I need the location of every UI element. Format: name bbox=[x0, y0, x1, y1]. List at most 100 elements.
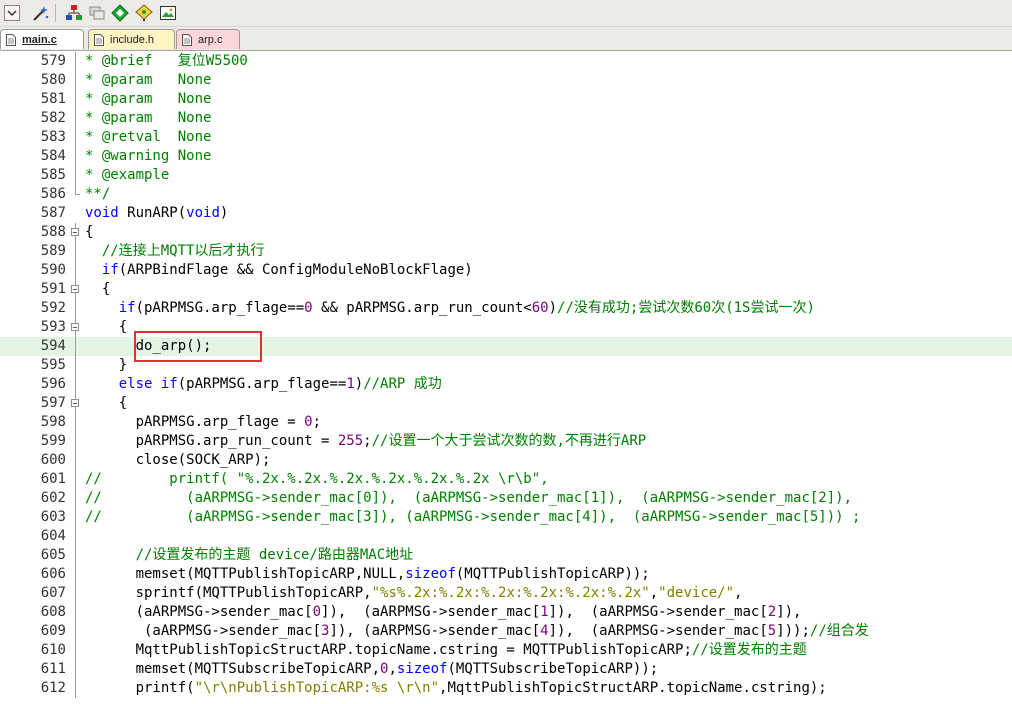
tab-include-h[interactable]: include.h bbox=[88, 29, 175, 49]
fold-guide bbox=[70, 52, 81, 71]
tab-arp-c[interactable]: arp.c bbox=[176, 29, 240, 49]
line-number: 580 bbox=[40, 72, 66, 88]
code-line[interactable]: 586 **/ bbox=[0, 185, 1012, 204]
fold-guide bbox=[70, 584, 81, 603]
code-line[interactable]: 597 { bbox=[0, 394, 1012, 413]
c-file-icon bbox=[6, 33, 16, 46]
line-number: 602 bbox=[40, 490, 66, 506]
code-text: { bbox=[85, 224, 94, 240]
line-number: 589 bbox=[40, 243, 66, 259]
fold-guide bbox=[70, 527, 81, 546]
line-number: 591 bbox=[40, 281, 66, 297]
code-line[interactable]: 589 //连接上MQTT以后才执行 bbox=[0, 242, 1012, 261]
line-number: 608 bbox=[40, 604, 66, 620]
tree-icon[interactable] bbox=[134, 3, 153, 22]
code-text: memset(MQTTPublishTopicARP,NULL,sizeof(M… bbox=[85, 566, 650, 582]
windows-icon[interactable] bbox=[87, 3, 106, 22]
build-target-icon[interactable] bbox=[64, 3, 83, 22]
fold-guide bbox=[70, 147, 81, 166]
code-text: * @example bbox=[85, 167, 170, 183]
code-text: printf("\r\nPublishTopicARP:%s \r\n",Mqt… bbox=[85, 680, 827, 696]
fold-guide bbox=[70, 375, 81, 394]
code-line[interactable]: 612 printf("\r\nPublishTopicARP:%s \r\n"… bbox=[0, 679, 1012, 698]
code-line[interactable]: 596 else if(pARPMSG.arp_flage==1)//ARP 成… bbox=[0, 375, 1012, 394]
line-number: 612 bbox=[40, 680, 66, 696]
code-editor[interactable]: 579 * @brief 复位W5500 580 * @param None 581 * … bbox=[0, 51, 1012, 704]
fold-toggle-icon[interactable] bbox=[70, 223, 81, 242]
line-number: 588 bbox=[40, 224, 66, 240]
fold-guide bbox=[70, 337, 81, 356]
fold-toggle-icon[interactable] bbox=[70, 318, 81, 337]
fold-guide bbox=[70, 565, 81, 584]
fold-guide bbox=[70, 508, 81, 527]
fold-guide bbox=[70, 356, 81, 375]
fold-guide bbox=[70, 299, 81, 318]
line-number: 599 bbox=[40, 433, 66, 449]
code-line[interactable]: 587 void RunARP(void) bbox=[0, 204, 1012, 223]
code-line[interactable]: 582 * @param None bbox=[0, 109, 1012, 128]
code-line[interactable]: 588 { bbox=[0, 223, 1012, 242]
tab-label: include.h bbox=[110, 33, 155, 46]
code-text: MqttPublishTopicStructARP.topicName.cstr… bbox=[85, 642, 807, 658]
code-line[interactable]: 590 if(ARPBindFlage && ConfigModuleNoBlo… bbox=[0, 261, 1012, 280]
code-line[interactable]: 607 sprintf(MQTTPublishTopicARP,"%s%.2x:… bbox=[0, 584, 1012, 603]
code-line[interactable]: 579 * @brief 复位W5500 bbox=[0, 52, 1012, 71]
diamond-debug-icon[interactable] bbox=[110, 3, 129, 22]
tab-main-c[interactable]: main.c bbox=[0, 29, 84, 49]
toolbar bbox=[0, 0, 1012, 27]
code-line[interactable]: 599 pARPMSG.arp_run_count = 255;//设置一个大于… bbox=[0, 432, 1012, 451]
line-number: 604 bbox=[40, 528, 66, 544]
line-number: 611 bbox=[40, 661, 66, 677]
code-line[interactable]: 581 * @param None bbox=[0, 90, 1012, 109]
fold-guide bbox=[70, 90, 81, 109]
code-text: // (aARPMSG->sender_mac[0]), (aARPMSG->s… bbox=[85, 490, 853, 506]
line-number: 595 bbox=[40, 357, 66, 373]
code-line[interactable]: 580 * @param None bbox=[0, 71, 1012, 90]
code-line[interactable]: 603 // (aARPMSG->sender_mac[3]), (aARPMSG… bbox=[0, 508, 1012, 527]
fold-toggle-icon[interactable] bbox=[70, 394, 81, 413]
insert-image-icon[interactable] bbox=[158, 3, 177, 22]
line-number: 601 bbox=[40, 471, 66, 487]
code-text: //连接上MQTT以后才执行 bbox=[101, 243, 265, 259]
code-line[interactable]: 600 close(SOCK_ARP); bbox=[0, 451, 1012, 470]
code-line[interactable]: 602 // (aARPMSG->sender_mac[0]), (aARPMSG… bbox=[0, 489, 1012, 508]
tab-label: arp.c bbox=[198, 33, 223, 46]
code-line[interactable]: 591 { bbox=[0, 280, 1012, 299]
line-number: 585 bbox=[40, 167, 66, 183]
code-line[interactable]: 583 * @retval None bbox=[0, 128, 1012, 147]
code-text: * @param None bbox=[85, 110, 212, 126]
code-line[interactable]: 598 pARPMSG.arp_flage = 0; bbox=[0, 413, 1012, 432]
code-text: // printf( "%.2x.%.2x.%.2x.%.2x.%.2x.%.2… bbox=[85, 471, 549, 487]
code-line[interactable]: 609 (aARPMSG->sender_mac[3]), (aARPMSG->… bbox=[0, 622, 1012, 641]
code-text: // (aARPMSG->sender_mac[3]), (aARPMSG->s… bbox=[85, 509, 861, 525]
fold-guide bbox=[70, 413, 81, 432]
code-text: { bbox=[85, 281, 111, 297]
fold-guide bbox=[70, 451, 81, 470]
line-number: 593 bbox=[40, 319, 66, 335]
code-text: (aARPMSG->sender_mac[3]), (aARPMSG->send… bbox=[85, 623, 869, 639]
code-line[interactable]: 608 (aARPMSG->sender_mac[0]), (aARPMSG->… bbox=[0, 603, 1012, 622]
fold-guide bbox=[70, 432, 81, 451]
code-line[interactable]: 610 MqttPublishTopicStructARP.topicName.… bbox=[0, 641, 1012, 660]
code-text: * @param None bbox=[85, 72, 212, 88]
code-text: if(pARPMSG.arp_flage==0 && pARPMSG.arp_r… bbox=[118, 300, 815, 316]
code-text: **/ bbox=[85, 186, 111, 202]
code-text: void RunARP(void) bbox=[85, 205, 229, 221]
h-file-icon bbox=[94, 33, 104, 46]
dropdown-arrow-icon[interactable] bbox=[2, 3, 21, 22]
code-line[interactable]: 606 memset(MQTTPublishTopicARP,NULL,size… bbox=[0, 565, 1012, 584]
line-number: 581 bbox=[40, 91, 66, 107]
code-text: pARPMSG.arp_run_count = 255;//设置一个大于尝试次数… bbox=[85, 433, 647, 449]
code-line[interactable]: 605 //设置发布的主题 device/路由器MAC地址 bbox=[0, 546, 1012, 565]
fold-toggle-icon[interactable] bbox=[70, 280, 81, 299]
code-line[interactable]: 592 if(pARPMSG.arp_flage==0 && pARPMSG.a… bbox=[0, 299, 1012, 318]
magic-wand-icon[interactable] bbox=[31, 3, 50, 22]
line-number: 592 bbox=[40, 300, 66, 316]
code-line[interactable]: 584 * @warning None bbox=[0, 147, 1012, 166]
code-line[interactable]: 585 * @example bbox=[0, 166, 1012, 185]
fold-guide bbox=[70, 166, 81, 185]
code-line[interactable]: 611 memset(MQTTSubscribeTopicARP,0,sizeo… bbox=[0, 660, 1012, 679]
code-text: sprintf(MQTTPublishTopicARP,"%s%.2x:%.2x… bbox=[85, 585, 743, 601]
code-line[interactable]: 601 // printf( "%.2x.%.2x.%.2x.%.2x.%.2x.… bbox=[0, 470, 1012, 489]
code-line[interactable]: 604 bbox=[0, 527, 1012, 546]
